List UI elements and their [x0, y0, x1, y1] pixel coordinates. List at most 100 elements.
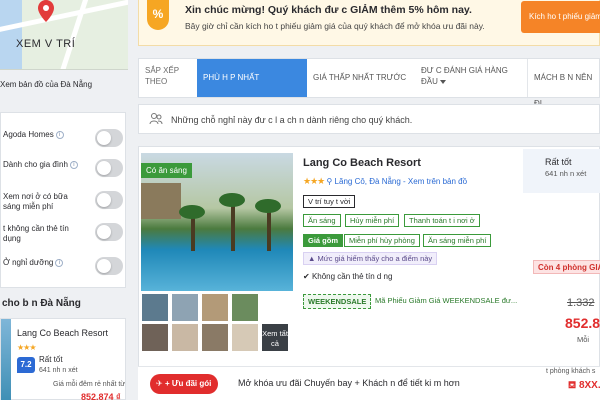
photo-leaf — [255, 199, 281, 213]
banner-subtitle: Bây giờ chỉ cần kích ho t phiếu giảm giá… — [185, 21, 485, 31]
photo-thumbnail[interactable] — [201, 323, 229, 352]
filter-resort: Ở nghỉ dưỡng i — [1, 255, 127, 283]
package-deal-label: + Ưu đãi gói — [164, 379, 212, 388]
package-deal-button[interactable]: ✈ + Ưu đãi gói — [150, 374, 218, 394]
info-icon[interactable]: i — [55, 130, 64, 139]
photo-thumbnail[interactable] — [231, 293, 259, 322]
percent-icon: % — [147, 0, 169, 30]
price-from-label: Giá mỗi đêm rẻ nhất từ — [53, 381, 125, 388]
per-night-label: Mỗi — [577, 335, 590, 344]
trend-icon: ▲ — [308, 254, 318, 263]
hotel-location[interactable]: ★★★ ⚲ Lăng Cô, Đà Nẵng - Xem trên bản đồ — [303, 176, 467, 187]
tag-breakfast: Ăn sáng — [303, 214, 341, 227]
promo-code-text: Mã Phiếu Giảm Giá WEEKENDSALE đư... — [375, 296, 518, 305]
hotel-card[interactable]: Có ăn sáng Xem tất cả Lang Co Beach Reso… — [138, 146, 600, 400]
photo-building — [141, 183, 181, 219]
location-highlight-tag: V trí tuy t vời — [303, 195, 356, 208]
personalized-info-text: Những chỗ nghỉ này đư c l a ch n dành ri… — [171, 115, 413, 125]
rare-price-tag: ▲ Mức giá hiếm thấy cho a điểm này — [303, 252, 438, 265]
photo-thumbnails: Xem tất cả — [141, 293, 293, 353]
sort-lowest-price-tab[interactable]: GIÁ THẤP NHẤT TRƯỚC — [307, 59, 415, 97]
filter-label: Ở nghỉ dưỡng — [3, 258, 54, 267]
map-pin-icon — [38, 0, 54, 22]
breakfast-toggle[interactable] — [95, 191, 123, 209]
tag-price-includes: Giá gồm — [303, 234, 344, 247]
hotel-main-photo[interactable]: Có ăn sáng — [141, 153, 293, 291]
photo-thumbnail[interactable] — [141, 293, 169, 322]
recent-hotel-price: 852.874 ₫ — [81, 392, 121, 400]
review-score-badge: 7.2 — [17, 357, 35, 373]
info-icon[interactable]: i — [55, 258, 64, 267]
no-card-required: ✔ Không cần thẻ tín d ng — [303, 272, 392, 281]
chevron-down-icon — [439, 79, 446, 84]
photo-thumbnail[interactable] — [231, 323, 259, 352]
hotel-name[interactable]: Lang Co Beach Resort — [303, 157, 421, 169]
review-rating-text: Rất tốt — [39, 355, 63, 364]
package-deal-text: Mở khóa ưu đãi Chuyến bay + Khách n để t… — [238, 378, 460, 388]
plane-icon: ✈ — [156, 379, 165, 388]
users-icon — [149, 113, 163, 125]
review-count: 641 nh n xét — [39, 367, 78, 374]
photo-thumbnail[interactable] — [141, 323, 169, 352]
breakfast-badge: Có ăn sáng — [141, 163, 192, 178]
package-price-value: 8XX.XX — [578, 380, 600, 391]
original-price: 1.332 — [567, 297, 595, 309]
activate-coupon-button[interactable]: Kích ho t phiếu giảm giá — [521, 1, 600, 33]
photo-leaf — [179, 205, 205, 219]
resort-toggle[interactable] — [95, 257, 123, 275]
sort-top-rated-label: ĐƯ C ĐÁNH GIÁ HÀNG ĐẦU — [421, 66, 508, 86]
location-pin-icon: ⚲ — [326, 177, 333, 186]
rooms-left-badge: Còn 4 phòng GIÁ — [533, 260, 600, 274]
filter-label: Xem nơi ở có bữa sáng miễn phí — [3, 192, 68, 211]
package-price-hint: t phòng khách s — [546, 368, 596, 375]
tag-free-room-cancel: Miễn phí hủy phòng — [344, 234, 420, 247]
promo-code-badge[interactable]: WEEKENDSALE — [303, 294, 372, 309]
filter-label: t không cần thẻ tín dụng — [3, 224, 69, 243]
review-score-panel[interactable]: Rất tốt 641 nh n xét — [523, 149, 600, 193]
map-water — [0, 0, 22, 69]
recent-section-title: cho b n Đà Nẵng — [2, 298, 81, 309]
filter-family: Dành cho gia đình i — [1, 157, 127, 185]
view-all-photos[interactable]: Xem tất cả — [261, 323, 289, 352]
filter-agoda-homes: Agoda Homes i — [1, 127, 127, 155]
sort-best-match-tab[interactable]: PHÙ H P NHẤT — [197, 59, 307, 97]
sort-top-rated-tab[interactable]: ĐƯ C ĐÁNH GIÁ HÀNG ĐẦU — [415, 59, 527, 97]
photo-thumbnail[interactable] — [171, 323, 199, 352]
left-sidebar: XEM V TRÍ Xem bản đồ của Đà Nẵng Agoda H… — [0, 0, 128, 400]
photo-thumbnail[interactable] — [201, 293, 229, 322]
map-link[interactable]: Xem bản đồ của Đà Nẵng — [0, 80, 92, 89]
sort-bar: SẮP XẾP THEO PHÙ H P NHẤT GIÁ THẤP NHẤT … — [138, 58, 600, 108]
tag-free-breakfast: Ăn sáng miễn phí — [423, 234, 492, 247]
package-price: ⛾ 8XX.XX — [568, 380, 600, 393]
review-rating-text: Rất tốt — [545, 157, 572, 167]
star-rating-icon: ★★★ — [17, 343, 36, 352]
filter-breakfast: Xem nơi ở có bữa sáng miễn phí — [1, 189, 127, 217]
star-rating-icon: ★★★ — [303, 176, 325, 186]
info-icon[interactable]: i — [69, 160, 78, 169]
check-icon: ✔ — [303, 272, 312, 281]
filter-panel: Agoda Homes i Dành cho gia đình i Xem nơi … — [0, 112, 126, 288]
tag-pay-at-property: Thanh toán t i nơi ở — [404, 214, 480, 227]
agoda-homes-toggle[interactable] — [95, 129, 123, 147]
sort-label: SẮP XẾP THEO — [145, 66, 179, 86]
recent-hotel-name[interactable]: Lang Co Beach Resort — [17, 328, 108, 338]
family-toggle[interactable] — [95, 159, 123, 177]
filter-label: Agoda Homes — [3, 130, 54, 139]
recent-hotel-card[interactable]: Lang Co Beach Resort ★★★ 7.2 Rất tốt 641… — [0, 318, 126, 400]
no-card-toggle[interactable] — [95, 223, 123, 241]
banner-title: Xin chúc mừng! Quý khách đư c GIẢM thêm … — [185, 4, 472, 16]
map-preview[interactable]: XEM V TRÍ — [0, 0, 128, 70]
package-deal-strip: ✈ + Ưu đãi gói Mở khóa ưu đãi Chuyến bay… — [138, 366, 600, 400]
no-card-text: Không cần thẻ tín d ng — [311, 272, 393, 281]
recent-hotel-thumbnail — [1, 319, 11, 400]
rare-price-text: Mức giá hiếm thấy cho a điểm này — [317, 254, 433, 263]
discounted-price[interactable]: 852.8 — [565, 315, 600, 331]
personalized-info-bar: Những chỗ nghỉ này đư c l a ch n dành ri… — [138, 104, 600, 134]
tag-icon: ⛾ — [568, 380, 579, 391]
hotel-location-text: Lăng Cô, Đà Nẵng - Xem trên bản đồ — [334, 177, 468, 186]
filter-no-card: t không cần thẻ tín dụng — [1, 221, 127, 249]
filter-label: Dành cho gia đình — [3, 160, 68, 169]
photo-thumbnail[interactable] — [171, 293, 199, 322]
map-label: XEM V TRÍ — [16, 38, 76, 50]
sort-recommended-tab[interactable]: MÁCH B N NÊN ĐI — [527, 59, 600, 108]
